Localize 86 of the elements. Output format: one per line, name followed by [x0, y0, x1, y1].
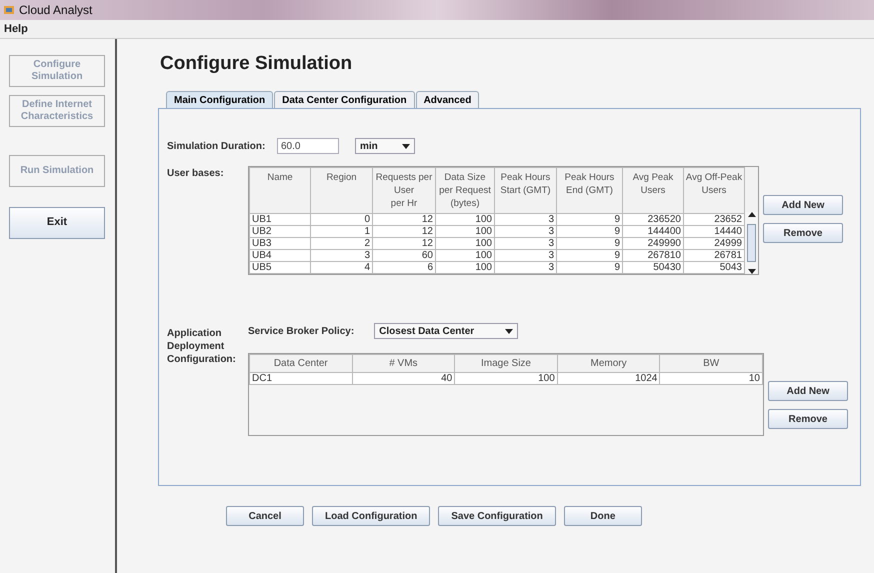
table-cell: 5043 — [684, 262, 744, 274]
column-header: Region — [310, 168, 372, 214]
field-label: Service Broker Policy: — [248, 326, 354, 336]
footer-button[interactable]: Done — [564, 506, 642, 526]
unit-dropdown[interactable]: min — [355, 138, 415, 154]
dropdown-arrow-icon — [748, 269, 756, 274]
scroll-up-icon[interactable] — [748, 212, 756, 217]
column-header: Peak Hours Start (GMT) — [494, 168, 556, 214]
table-cell: 100 — [436, 214, 494, 226]
table-action-button[interactable]: Remove — [763, 223, 843, 243]
table-cell: 12 — [372, 226, 436, 238]
table-cell: 40 — [352, 372, 455, 384]
table-cell: 1 — [310, 226, 372, 238]
table-cell: 4 — [310, 262, 372, 274]
column-header: Data Center — [250, 354, 352, 372]
column-header: Name — [250, 168, 310, 214]
tab[interactable]: Data Center Configuration — [274, 91, 415, 108]
table-action-button[interactable]: Add New — [768, 381, 848, 401]
table-cell: 12 — [372, 238, 436, 250]
section-label: Application Deployment Configuration: — [167, 327, 237, 367]
table-cell: 100 — [436, 250, 494, 262]
table-cell: 9 — [556, 238, 622, 250]
table-cell: 2 — [310, 238, 372, 250]
table-cell: UB1 — [250, 214, 310, 226]
table-cell: 9 — [556, 262, 622, 274]
table-cell: 1024 — [557, 372, 660, 384]
column-header: BW — [660, 354, 762, 372]
table-cell: 100 — [454, 372, 558, 384]
table-cell: 60 — [372, 250, 436, 262]
field-label: Simulation Duration: — [167, 140, 266, 152]
column-header: Data Size per Request (bytes) — [436, 168, 494, 214]
table-cell: 6 — [372, 262, 436, 274]
column-header: Requests per User per Hr — [372, 168, 436, 214]
column-header: Avg Peak Users — [622, 168, 684, 214]
table-action-button[interactable]: Add New — [763, 195, 843, 215]
table-cell: 100 — [436, 262, 494, 274]
table-cell: 144400 — [622, 226, 684, 238]
table-cell: 100 — [436, 238, 494, 250]
table-cell: 249990 — [622, 238, 684, 250]
menu-item[interactable]: Help — [2, 23, 30, 35]
table-cell: 3 — [494, 238, 556, 250]
table-cell: DC1 — [250, 372, 352, 384]
table-cell: UB3 — [250, 238, 310, 250]
table-cell: 267810 — [622, 250, 684, 262]
table-cell: UB4 — [250, 250, 310, 262]
table-cell: UB2 — [250, 226, 310, 238]
column-header: Peak Hours End (GMT) — [556, 168, 622, 214]
table-cell: 12 — [372, 214, 436, 226]
window-title: Cloud Analyst — [19, 3, 92, 17]
dropdown-arrow-icon — [402, 144, 410, 148]
table-cell: 3 — [494, 262, 556, 274]
table-cell: 3 — [494, 214, 556, 226]
sidebar-button[interactable]: Exit — [9, 207, 105, 239]
footer-button[interactable]: Load Configuration — [312, 506, 430, 526]
dropdown-arrow-icon — [505, 328, 514, 334]
column-header: Avg Off-Peak Users — [684, 168, 744, 214]
table-cell: 23652 — [684, 214, 744, 226]
table-cell: 236520 — [622, 214, 684, 226]
duration-field[interactable]: 60.0 — [277, 138, 339, 154]
column-header: Image Size — [454, 354, 558, 372]
table-action-button[interactable]: Remove — [768, 409, 848, 429]
tab[interactable]: Advanced — [416, 91, 480, 108]
footer-button[interactable]: Save Configuration — [438, 506, 556, 526]
table-cell: 9 — [556, 250, 622, 262]
table-cell: 9 — [556, 214, 622, 226]
table-cell: 50430 — [622, 262, 684, 274]
app-icon — [3, 4, 15, 16]
column-header: Memory — [557, 354, 660, 372]
table-cell: 14440 — [684, 226, 744, 238]
policy-dropdown[interactable]: Closest Data Center — [374, 323, 518, 339]
table-cell: UB5 — [250, 262, 310, 274]
scrollbar[interactable] — [745, 212, 758, 274]
page-heading: Configure Simulation — [160, 53, 354, 75]
table-cell: 24999 — [684, 238, 744, 250]
table-cell: 100 — [436, 226, 494, 238]
table-cell: 9 — [556, 226, 622, 238]
table-cell: 3 — [310, 250, 372, 262]
section-label: User bases: — [167, 167, 225, 181]
table-cell: 0 — [310, 214, 372, 226]
tab[interactable]: Main Configuration — [166, 91, 274, 108]
footer-button[interactable]: Cancel — [226, 506, 304, 526]
table-cell: 26781 — [684, 250, 744, 262]
table-cell: 3 — [494, 226, 556, 238]
table-cell: 10 — [660, 372, 762, 384]
column-header: # VMs — [352, 354, 455, 372]
table-cell: 3 — [494, 250, 556, 262]
